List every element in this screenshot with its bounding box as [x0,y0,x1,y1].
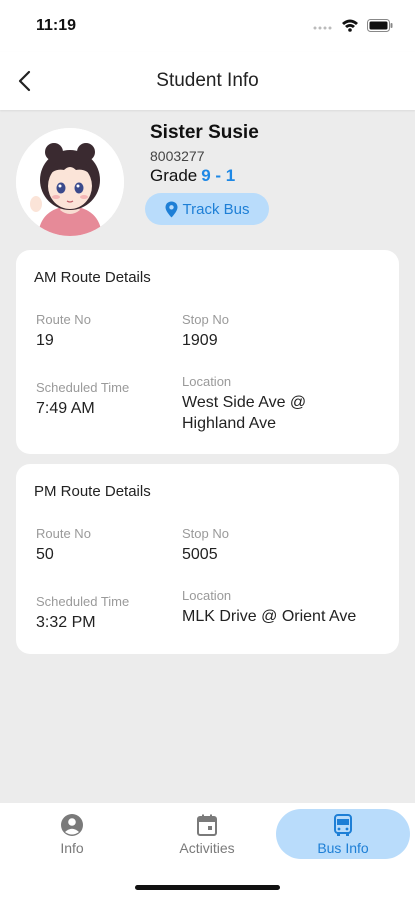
pm-stop-no-field: Stop No 5005 [182,526,229,565]
am-location-field: Location West Side Ave @ Highland Ave [182,374,306,434]
grade-label: Grade [150,166,198,185]
route-no-label: Route No [36,312,91,327]
signal-icon [313,26,332,30]
track-bus-label: Track Bus [182,200,250,218]
pm-route-title: PM Route Details [34,483,151,500]
scheduled-time-value: 3:32 PM [36,614,96,631]
stop-no-label: Stop No [182,312,229,327]
battery-icon [367,18,393,32]
am-scheduled-time-field: Scheduled Time 7:49 AM [36,380,129,419]
location-label: Location [182,588,232,603]
stop-no-value: 1909 [182,332,218,349]
route-no-value: 50 [36,546,54,563]
am-route-no-field: Route No 19 [36,312,91,351]
girl-avatar-illustration [16,128,124,236]
calendar-icon [197,814,217,836]
track-bus-button[interactable]: Track Bus [145,193,269,225]
scheduled-time-label: Scheduled Time [36,380,130,395]
location-value: MLK Drive @ Orient Ave [182,608,357,625]
location-line-1: West Side Ave @ [182,394,307,411]
location-label: Location [182,374,232,389]
map-pin-icon [165,201,178,217]
tab-info[interactable]: Info [12,809,132,859]
am-route-card: AM Route Details Route No 19 Stop No 190… [16,250,399,454]
pm-route-card: PM Route Details Route No 50 Stop No 500… [16,464,399,654]
status-bar: 11:19 [0,0,415,52]
status-time: 11:19 [36,17,77,34]
am-stop-no-field: Stop No 1909 [182,312,229,351]
route-no-value: 19 [36,332,54,349]
nav-bar: Student Info [0,52,415,110]
pm-scheduled-time-field: Scheduled Time 3:32 PM [36,594,129,633]
route-no-label: Route No [36,526,91,541]
status-icons [313,18,393,32]
student-name: Sister Susie [150,122,259,143]
home-indicator [135,885,280,890]
tab-activities[interactable]: Activities [147,809,267,859]
tab-info-label: Info [60,839,84,856]
tab-activities-label: Activities [179,839,235,856]
bus-icon [334,813,352,836]
stop-no-label: Stop No [182,526,229,541]
person-icon [61,813,83,836]
student-avatar [16,128,124,236]
scheduled-time-value: 7:49 AM [36,400,95,417]
pm-location-field: Location MLK Drive @ Orient Ave [182,588,356,627]
location-value: West Side Ave @ Highland Ave [182,392,306,434]
am-route-title: AM Route Details [34,269,151,286]
pm-route-no-field: Route No 50 [36,526,91,565]
wifi-icon [342,19,358,32]
page-title: Student Info [156,70,259,91]
tab-bus-info-label: Bus Info [317,839,369,856]
tab-bus-info[interactable]: Bus Info [276,809,410,859]
grade-value: 9 - 1 [201,166,236,185]
student-id: 8003277 [150,148,205,164]
location-line-2: Highland Ave [182,415,276,432]
student-grade: Grade 9 - 1 [150,166,235,186]
stop-no-value: 5005 [182,546,218,563]
scheduled-time-label: Scheduled Time [36,594,130,609]
